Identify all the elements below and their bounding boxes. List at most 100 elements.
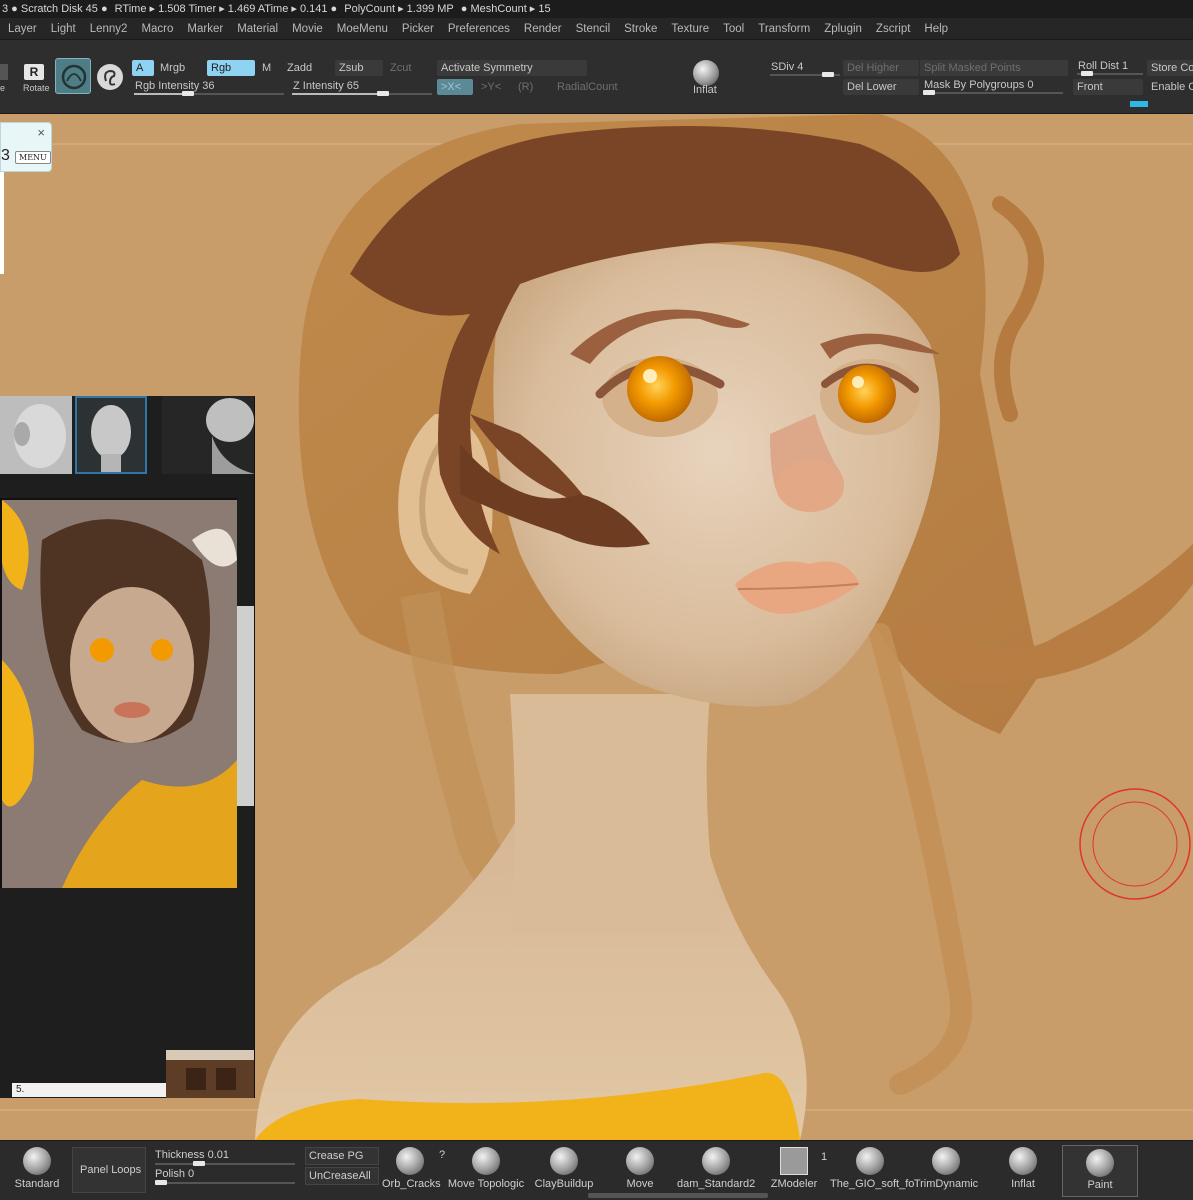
reference-thumb-building[interactable] — [166, 1050, 254, 1098]
menu-lenny2[interactable]: Lenny2 — [90, 23, 128, 35]
reference-caption: 5. — [12, 1083, 166, 1097]
brush-gio-soft[interactable]: The_GIO_soft_fo — [830, 1147, 914, 1190]
brush-zmodeler[interactable]: ZModeler — [768, 1147, 820, 1190]
z-intensity-label: Z Intensity 65 — [293, 80, 360, 92]
brush-move-topologic[interactable]: Move Topologic — [447, 1147, 525, 1190]
sdiv-slider[interactable] — [770, 72, 840, 77]
x-symmetry-toggle[interactable]: >X< — [437, 79, 473, 95]
reference-thumb-3[interactable] — [162, 396, 254, 474]
move-topologic-label: Move Topologic — [447, 1178, 525, 1190]
menu-render[interactable]: Render — [524, 23, 562, 35]
gio-soft-brush-icon — [856, 1147, 884, 1175]
menu-tool[interactable]: Tool — [723, 23, 744, 35]
reference-scroll-thumb[interactable] — [237, 606, 254, 806]
activate-symmetry-button[interactable]: Activate Symmetry — [437, 60, 587, 76]
zmodeler-count: 1 — [821, 1151, 828, 1163]
y-symmetry-toggle[interactable]: >Y< — [477, 79, 505, 95]
a-toggle[interactable]: A — [132, 60, 154, 76]
menu-light[interactable]: Light — [51, 23, 76, 35]
menu-texture[interactable]: Texture — [671, 23, 709, 35]
brush-inflat[interactable]: Inflat — [1005, 1147, 1041, 1190]
rotate-icon[interactable]: R — [24, 64, 44, 80]
rgb-toggle[interactable]: Rgb — [207, 60, 255, 76]
reference-painting[interactable] — [0, 498, 237, 888]
sculptris-icon[interactable] — [97, 64, 123, 90]
rgb-intensity-slider[interactable] — [134, 91, 284, 96]
reference-thumb-2[interactable] — [75, 396, 147, 474]
scale-icon[interactable] — [0, 64, 8, 80]
menu-movie[interactable]: Movie — [292, 23, 323, 35]
shelf-scrollbar[interactable] — [588, 1193, 768, 1198]
brush-dam-standard2[interactable]: dam_Standard2 — [677, 1147, 755, 1190]
menu-zplugin[interactable]: Zplugin — [824, 23, 862, 35]
menu-zscript[interactable]: Zscript — [876, 23, 911, 35]
zadd-toggle[interactable]: Zadd — [283, 60, 316, 76]
brush-cursor-outer — [1079, 788, 1191, 900]
menu-macro[interactable]: Macro — [141, 23, 173, 35]
del-lower-button[interactable]: Del Lower — [843, 79, 919, 95]
panel-loops-button[interactable]: Panel Loops — [72, 1147, 146, 1193]
inflat-brush-label: Inflat — [693, 84, 717, 96]
menu-material[interactable]: Material — [237, 23, 278, 35]
brush-trimdynamic[interactable]: TrimDynamic — [912, 1147, 980, 1190]
menu-preferences[interactable]: Preferences — [448, 23, 510, 35]
rotate-label: Rotate — [23, 83, 50, 93]
z-intensity-knob[interactable] — [377, 91, 389, 96]
trimdynamic-label: TrimDynamic — [913, 1178, 979, 1190]
front-button[interactable]: Front — [1073, 79, 1143, 95]
brush-orb-cracks[interactable]: Orb_Cracks — [382, 1147, 441, 1190]
menu-picker[interactable]: Picker — [402, 23, 434, 35]
brush-move[interactable]: Move — [620, 1147, 660, 1190]
sdiv-label: SDiv 4 — [771, 61, 804, 73]
del-higher-button[interactable]: Del Higher — [843, 60, 919, 76]
polish-slider[interactable] — [155, 1180, 295, 1185]
menu-marker[interactable]: Marker — [187, 23, 223, 35]
menu-help[interactable]: Help — [924, 23, 948, 35]
radial-count-slider[interactable]: RadialCount — [553, 79, 622, 95]
close-icon[interactable]: × — [37, 125, 45, 140]
zsub-toggle[interactable]: Zsub — [335, 60, 383, 76]
menu-layer[interactable]: Layer — [8, 23, 37, 35]
rgb-intensity-knob[interactable] — [182, 91, 194, 96]
claybuildup-brush-icon — [550, 1147, 578, 1175]
menu-moemenu[interactable]: MoeMenu — [337, 23, 388, 35]
menu-transform[interactable]: Transform — [758, 23, 810, 35]
paint-brush-label: Paint — [1087, 1179, 1113, 1191]
mrgb-toggle[interactable]: Mrgb — [156, 60, 189, 76]
z-intensity-fill — [292, 93, 383, 95]
draw-mode-button[interactable] — [55, 58, 91, 94]
sdiv-knob[interactable] — [822, 72, 834, 77]
thickness-slider[interactable] — [155, 1161, 295, 1166]
menu-stroke[interactable]: Stroke — [624, 23, 657, 35]
store-config-button[interactable]: Store Co — [1147, 60, 1193, 76]
left-eye — [627, 356, 693, 422]
split-masked-points-button[interactable]: Split Masked Points — [920, 60, 1068, 76]
note-strip — [0, 172, 4, 274]
right-eye — [838, 365, 896, 423]
roll-dist-knob[interactable] — [1081, 71, 1093, 76]
status-polycount: PolyCount ▸ 1.399 MP — [344, 3, 454, 15]
m-toggle[interactable]: M — [258, 60, 275, 76]
menu-stencil[interactable]: Stencil — [576, 23, 611, 35]
brush-claybuildup[interactable]: ClayBuildup — [533, 1147, 595, 1190]
move-topologic-brush-icon — [472, 1147, 500, 1175]
dam-standard2-label: dam_Standard2 — [677, 1178, 756, 1190]
reference-panel[interactable]: 5. — [0, 396, 255, 1098]
floating-note-window[interactable]: × 3 MENU — [0, 122, 52, 172]
mask-by-polygroups-slider[interactable]: Mask By Polygroups 0 — [920, 77, 1037, 93]
mask-by-polygroups-knob[interactable] — [923, 90, 935, 95]
uncrease-all-button[interactable]: UnCreaseAll — [305, 1167, 379, 1185]
crease-pg-button[interactable]: Crease PG — [305, 1147, 379, 1165]
zcut-toggle[interactable]: Zcut — [386, 60, 415, 76]
scale-label: e — [0, 83, 6, 93]
brush-paint[interactable]: Paint — [1062, 1145, 1138, 1197]
mask-by-polygroups-track[interactable] — [923, 90, 1063, 95]
z-intensity-slider[interactable] — [292, 91, 432, 96]
reference-thumb-1[interactable] — [0, 396, 72, 474]
polish-knob[interactable] — [155, 1180, 167, 1185]
enable-customize-button[interactable]: Enable C — [1147, 79, 1193, 95]
note-menu-button[interactable]: MENU — [15, 151, 51, 164]
radial-symmetry-toggle[interactable]: (R) — [514, 79, 537, 95]
brush-standard[interactable]: Standard — [14, 1147, 60, 1190]
roll-dist-track[interactable] — [1077, 71, 1143, 76]
